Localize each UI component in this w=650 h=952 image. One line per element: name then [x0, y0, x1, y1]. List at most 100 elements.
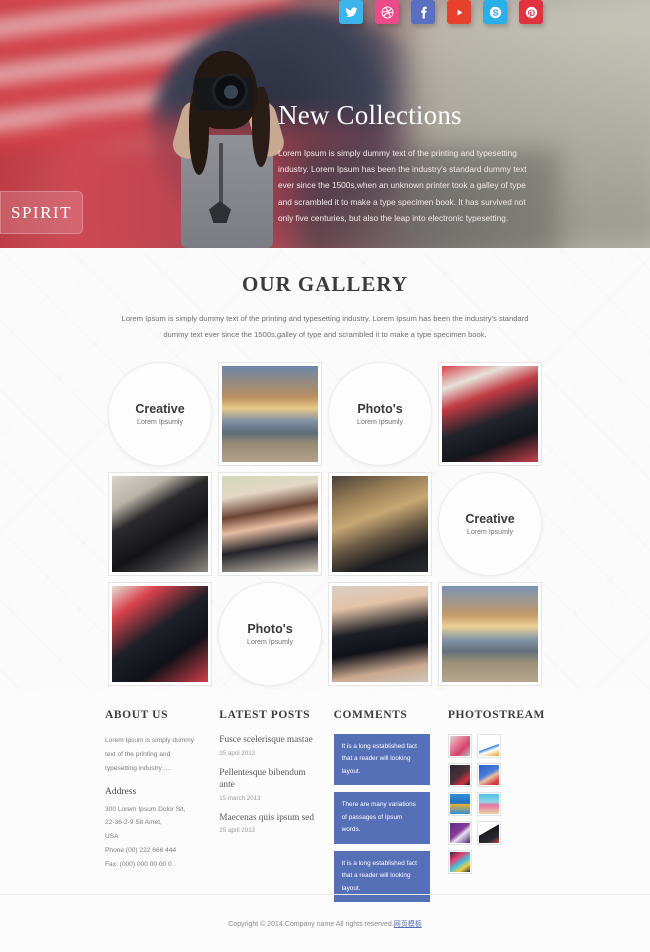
- photostream-thumbnail-image: [449, 852, 470, 872]
- gallery-photo-image: [222, 366, 318, 463]
- template-link[interactable]: 网页模板: [394, 921, 422, 928]
- post-title: Maecenas quis ipsum sed: [219, 812, 315, 823]
- gallery-grid: Creative Lorem Ipsumly Photo's Lorem Ipsuml…: [105, 362, 545, 687]
- photostream-thumbnail-image: [478, 823, 499, 843]
- gallery-tile-circle[interactable]: Photo's Lorem Ipsumly: [328, 362, 432, 467]
- photostream-thumbnail[interactable]: [447, 763, 472, 787]
- about-heading: ABOUT US: [105, 709, 169, 721]
- latest-post-item[interactable]: Maecenas quis ipsum sed 25 april 2013: [219, 812, 315, 835]
- gallery-subtext: Lorem Ipsum is simply dummy text of the …: [121, 314, 529, 339]
- social-skype-icon[interactable]: [483, 0, 507, 24]
- photostream-thumbnail-image: [449, 736, 470, 756]
- gallery-photo-image: [112, 586, 208, 683]
- photostream-thumbnail-image: [449, 765, 470, 785]
- social-twitter-icon[interactable]: [339, 0, 363, 24]
- gallery-tile-subtitle: Lorem Ipsumly: [357, 419, 403, 427]
- photostream-thumbnail-image: [449, 823, 470, 843]
- gallery-tile-title: Photo's: [357, 402, 403, 417]
- photostream-thumbnail[interactable]: [476, 792, 501, 816]
- gallery-tile-title: Creative: [135, 402, 185, 417]
- post-date: 15 march 2013: [219, 794, 261, 802]
- post-date: 25 april 2013: [219, 827, 256, 835]
- social-dribbble-icon[interactable]: [375, 0, 399, 24]
- address-line: Phone:(00) 222 666 444: [105, 847, 177, 855]
- comment-box[interactable]: There are many variations of passages of…: [333, 792, 430, 844]
- copyright-text: Copyright © 2014.Company name All rights…: [228, 919, 421, 929]
- photostream-thumbnail-image: [478, 765, 499, 785]
- post-date: 25 april 2013: [219, 749, 256, 757]
- gallery-tile-subtitle: Lorem Ipsumly: [137, 419, 183, 427]
- hero-banner: SPIRIT New Collections Lorem Ipsum is si…: [0, 0, 650, 248]
- photostream-thumbnail-image: [478, 736, 499, 756]
- gallery-tile-photo[interactable]: [438, 362, 542, 467]
- photostream-thumbnail[interactable]: [447, 850, 472, 874]
- copyright-bar: Copyright © 2014.Company name All rights…: [0, 894, 650, 952]
- post-title: Pellentesque bibendum ante: [219, 767, 306, 791]
- social-pinterest-icon[interactable]: [519, 0, 543, 24]
- about-text: Lorem Ipsum is simply dummy text of the …: [105, 737, 195, 772]
- photostream-thumbnail[interactable]: [447, 734, 472, 758]
- gallery-tile-circle[interactable]: Creative Lorem Ipsumly: [438, 472, 542, 577]
- address-heading: Address: [105, 786, 137, 797]
- photostream-thumbnail[interactable]: [447, 792, 472, 816]
- gallery-photo-image: [332, 586, 428, 683]
- hero-paragraph: Lorem Ipsum is simply dummy text of the …: [278, 148, 527, 223]
- copyright-label: Copyright © 2014.Company name All rights…: [228, 920, 394, 928]
- hero-text-block: New Collections Lorem Ipsum is simply du…: [278, 100, 540, 226]
- gallery-photo-image: [442, 366, 538, 463]
- gallery-tile-photo[interactable]: [328, 472, 432, 577]
- photographer-image: [165, 43, 290, 248]
- photostream-thumbnail[interactable]: [476, 763, 501, 787]
- gallery-tile-photo[interactable]: [438, 582, 542, 687]
- latest-post-item[interactable]: Fusce scelerisque mastae 25 april 2013: [219, 734, 315, 757]
- footer-posts-column: LATEST POSTS Fusce scelerisque mastae 25 …: [219, 709, 315, 909]
- gallery-tile-subtitle: Lorem Ipsumly: [247, 639, 293, 647]
- social-facebook-icon[interactable]: [411, 0, 435, 24]
- address-line: Fax: (000) 000 00 00 0: [105, 860, 172, 868]
- address-line: 300 Lorem Ipsum Dolor Sit,: [105, 805, 186, 813]
- site-logo-text: SPIRIT: [11, 202, 72, 222]
- photostream-thumbnail[interactable]: [447, 821, 472, 845]
- photostream-grid: [447, 734, 545, 874]
- gallery-tile-circle[interactable]: Photo's Lorem Ipsumly: [218, 582, 322, 687]
- photostream-thumbnail-image: [478, 794, 499, 814]
- posts-heading: LATEST POSTS: [219, 709, 311, 721]
- gallery-heading: OUR GALLERY: [241, 272, 409, 296]
- gallery-tile-photo[interactable]: [218, 362, 322, 467]
- gallery-photo-image: [442, 586, 538, 683]
- hero-title: New Collections: [278, 100, 462, 130]
- gallery-tile-photo[interactable]: [108, 472, 212, 577]
- latest-post-item[interactable]: Pellentesque bibendum ante 15 march 2013: [219, 767, 315, 802]
- gallery-tile-photo[interactable]: [218, 472, 322, 577]
- gallery-tile-circle[interactable]: Creative Lorem Ipsumly: [108, 362, 212, 467]
- gallery-tile-photo[interactable]: [328, 582, 432, 687]
- posts-list: Fusce scelerisque mastae 25 april 2013 Pel…: [219, 734, 315, 834]
- site-footer: ABOUT US Lorem Ipsum is simply dummy tex…: [0, 690, 650, 952]
- social-youtube-icon[interactable]: [447, 0, 471, 24]
- post-title: Fusce scelerisque mastae: [219, 735, 313, 745]
- photostream-thumbnail[interactable]: [476, 821, 501, 845]
- photostream-heading: PHOTOSTREAM: [447, 709, 546, 721]
- gallery-tile-photo[interactable]: [108, 582, 212, 687]
- footer-about-column: ABOUT US Lorem Ipsum is simply dummy tex…: [105, 709, 201, 909]
- footer-photostream-column: PHOTOSTREAM: [447, 709, 546, 909]
- photostream-thumbnail[interactable]: [476, 734, 501, 758]
- site-logo[interactable]: SPIRIT: [0, 191, 83, 234]
- gallery-tile-title: Creative: [465, 512, 515, 527]
- social-links[interactable]: [339, 0, 543, 24]
- gallery-tile-subtitle: Lorem Ipsumly: [467, 529, 513, 537]
- address-lines: 300 Lorem Ipsum Dolor Sit, 22-36-2-9 Sit …: [105, 803, 201, 872]
- comment-box[interactable]: It is a long established fact that a rea…: [333, 734, 430, 786]
- address-line: USA: [105, 833, 119, 841]
- gallery-photo-image: [332, 476, 428, 573]
- comments-heading: COMMENTS: [333, 709, 408, 721]
- page-root: SPIRIT New Collections Lorem Ipsum is si…: [0, 0, 650, 952]
- gallery-tile-title: Photo's: [247, 622, 293, 637]
- gallery-section: OUR GALLERY Lorem Ipsum is simply dummy …: [0, 248, 650, 690]
- gallery-photo-image: [222, 476, 318, 573]
- footer-comments-column: COMMENTS It is a long established fact t…: [333, 709, 430, 909]
- comments-list: It is a long established fact that a rea…: [333, 734, 430, 903]
- gallery-photo-image: [112, 476, 208, 573]
- photostream-thumbnail-image: [449, 794, 470, 814]
- address-line: 22-36-2-9 Sit Amet,: [105, 819, 162, 827]
